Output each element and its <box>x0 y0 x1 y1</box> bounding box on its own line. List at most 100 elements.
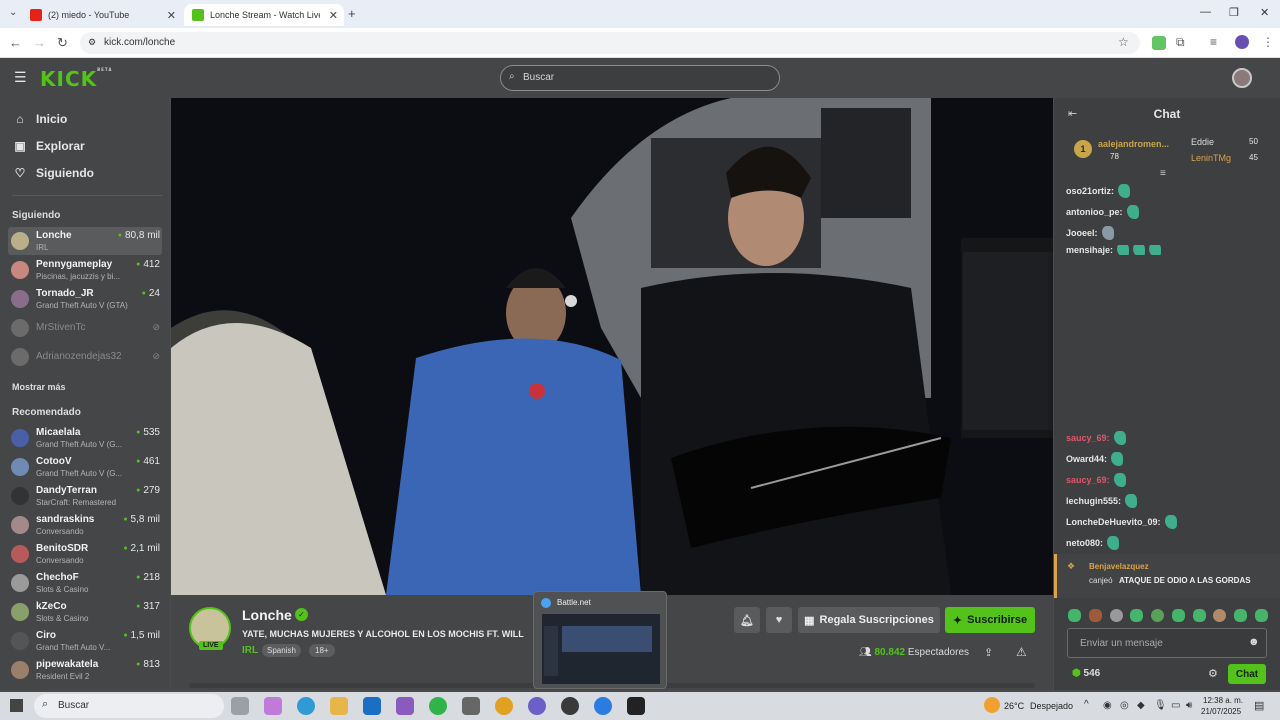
tray-chevron-icon[interactable]: ^ <box>1084 699 1089 710</box>
send-chat-button[interactable]: Chat <box>1228 664 1266 684</box>
tag-language[interactable]: Spanish <box>262 644 301 657</box>
minimize-icon[interactable]: — <box>1200 6 1211 18</box>
emote-icon[interactable] <box>1213 609 1227 622</box>
sidebar-channel-lonche[interactable]: Lonche IRL 80,8 mil <box>8 227 162 255</box>
weather-desc[interactable]: Despejado <box>1030 701 1073 711</box>
chat-username[interactable]: mensihaje: <box>1066 245 1113 255</box>
chat-settings-icon[interactable]: ⚙ <box>1208 667 1218 680</box>
close-tab-icon[interactable]: ✕ <box>329 9 338 22</box>
chat-username[interactable]: lechugin555: <box>1066 496 1121 506</box>
search-input[interactable]: ⌕ Buscar <box>500 65 780 91</box>
redemption-user[interactable]: Benjavelazquez <box>1089 562 1149 571</box>
chat-username[interactable]: saucy_69: <box>1066 475 1110 485</box>
chat-username[interactable]: saucy_69: <box>1066 433 1110 443</box>
tray-app-icon[interactable]: ◎ <box>1120 700 1129 711</box>
sidebar-channel-benitosdr[interactable]: BenitoSDR Conversando 2,1 mil <box>8 540 162 568</box>
file-explorer-icon[interactable] <box>330 697 348 715</box>
emote-icon[interactable] <box>1068 609 1081 622</box>
new-tab-icon[interactable]: + <box>348 6 356 21</box>
stream-category[interactable]: IRL <box>242 645 258 656</box>
nav-following[interactable]: ♡ Siguiendo <box>12 166 94 180</box>
steam-icon[interactable] <box>561 697 579 715</box>
nav-home[interactable]: ⌂ Inicio <box>12 112 67 126</box>
leader-name[interactable]: LeninTMg <box>1191 153 1231 163</box>
subscribe-button[interactable]: ✦ Suscribirse <box>945 607 1035 633</box>
sidebar-channel-micaelala[interactable]: Micaelala Grand Theft Auto V (G... 535 <box>8 424 162 452</box>
restore-icon[interactable]: ❐ <box>1229 6 1239 19</box>
chat-input[interactable]: Enviar un mensaje ☻ <box>1067 628 1267 658</box>
emote-icon[interactable] <box>1130 609 1144 622</box>
store-icon[interactable] <box>462 697 480 715</box>
discord-icon[interactable] <box>528 697 546 715</box>
sidebar-channel-adrianozendejas32[interactable]: Adrianozendejas32 ⊘ <box>8 343 162 371</box>
emote-icon[interactable] <box>1192 609 1206 622</box>
close-window-icon[interactable]: ✕ <box>1260 6 1269 19</box>
emote-icon[interactable] <box>1151 609 1165 622</box>
tray-app-icon[interactable]: ◆ <box>1137 700 1145 711</box>
tag-mature[interactable]: 18+ <box>309 644 335 657</box>
notification-bell-button[interactable]: 🔔︎ <box>734 607 760 633</box>
chat-username[interactable]: antonioo_pe: <box>1066 207 1123 217</box>
kick-logo[interactable]: KICKBETA <box>40 67 112 91</box>
emoji-picker-icon[interactable]: ☻ <box>1248 636 1260 648</box>
follow-heart-button[interactable]: ♥ <box>766 607 792 633</box>
clock-time[interactable]: 12:38 a. m. <box>1203 696 1243 705</box>
tab-list-chevron-icon[interactable]: ⌄ <box>9 7 17 18</box>
extensions-icon[interactable]: ⧉ <box>1176 35 1185 50</box>
back-icon[interactable]: ← <box>9 35 22 50</box>
tab-youtube[interactable]: (2) miedo - YouTube ✕ <box>22 4 182 26</box>
close-tab-icon[interactable]: ✕ <box>167 9 176 22</box>
reload-icon[interactable]: ↻ <box>57 35 68 51</box>
video-player[interactable] <box>171 98 1053 595</box>
call-of-duty-icon[interactable] <box>627 697 645 715</box>
bookmark-star-icon[interactable]: ☆ <box>1118 35 1129 49</box>
extension-badge-icon[interactable] <box>1152 36 1166 50</box>
battlenet-taskbar-icon[interactable] <box>594 697 612 715</box>
site-info-icon[interactable]: ⚙ <box>88 37 96 48</box>
sidebar-channel-pennygameplay[interactable]: Pennygameplay Piscinas, jacuzzis y bi...… <box>8 256 162 284</box>
sidebar-channel-kzeco[interactable]: kZeCo Slots & Casino 317 <box>8 598 162 626</box>
kick-app-icon[interactable] <box>396 697 414 715</box>
sidebar-channel-sandraskins[interactable]: sandraskins Conversando 5,8 mil <box>8 511 162 539</box>
reading-list-icon[interactable]: ≡ <box>1210 35 1217 49</box>
sidebar-channel-tornado-jr[interactable]: Tornado_JR Grand Theft Auto V (GTA) 24 <box>8 285 162 313</box>
sidebar-channel-chechof[interactable]: ChechoF Slots & Casino 218 <box>8 569 162 597</box>
notifications-icon[interactable]: ▤ <box>1254 699 1264 712</box>
chat-username[interactable]: oso21ortiz: <box>1066 186 1114 196</box>
weather-temp[interactable]: 26°C <box>1004 701 1024 711</box>
chrome-icon[interactable] <box>495 697 513 715</box>
sidebar-channel-ciro[interactable]: Ciro Grand Theft Auto V... 1,5 mil <box>8 627 162 655</box>
expand-icon[interactable]: ≡ <box>1160 168 1166 179</box>
emote-icon[interactable] <box>1088 609 1102 622</box>
hamburger-menu-icon[interactable]: ☰ <box>14 69 27 86</box>
leader-name[interactable]: aalejandromen... <box>1098 139 1169 149</box>
windows-start-icon[interactable] <box>10 699 23 712</box>
address-bar[interactable]: ⚙ kick.com/lonche <box>80 32 1140 54</box>
nav-explore[interactable]: ▣ Explorar <box>12 139 84 153</box>
sidebar-channel-dandyterran[interactable]: DandyTerran StarCraft: Remastered 279 <box>8 482 162 510</box>
browser-menu-icon[interactable]: ⋮ <box>1262 35 1274 49</box>
user-avatar[interactable] <box>1232 68 1252 88</box>
chat-username[interactable]: Jooeel: <box>1066 228 1098 238</box>
gift-subs-button[interactable]: ▦ Regala Suscripciones <box>798 607 940 633</box>
sidebar-channel-pipewakatela[interactable]: pipewakatela Resident Evil 2 813 <box>8 656 162 684</box>
volume-icon[interactable]: 🔊︎ <box>1186 700 1192 711</box>
clock-date[interactable]: 21/07/2025 <box>1201 707 1241 716</box>
share-icon[interactable]: ⇪ <box>984 646 993 659</box>
outlook-icon[interactable] <box>363 697 381 715</box>
tab-kick[interactable]: Lonche Stream - Watch Live ✕ <box>184 4 344 26</box>
tray-app-icon[interactable]: ◉ <box>1103 700 1112 711</box>
channel-name[interactable]: Lonche <box>242 607 292 623</box>
report-icon[interactable]: ⚠ <box>1016 645 1027 659</box>
chat-username[interactable]: neto080: <box>1066 538 1103 548</box>
taskbar-search[interactable]: ⌕ Buscar <box>34 694 224 718</box>
microphone-icon[interactable]: 🎙︎ <box>1154 700 1167 711</box>
task-view-icon[interactable] <box>231 697 249 715</box>
emote-icon[interactable] <box>1254 609 1268 622</box>
chat-username[interactable]: LoncheDeHuevito_09: <box>1066 517 1161 527</box>
emote-icon[interactable] <box>1234 609 1248 622</box>
leader-name[interactable]: Eddie <box>1191 137 1214 147</box>
show-more-link[interactable]: Mostrar más <box>12 382 66 392</box>
forward-icon[interactable]: → <box>33 35 46 50</box>
sidebar-channel-mrstiventc[interactable]: MrStivenTc ⊘ <box>8 314 162 342</box>
